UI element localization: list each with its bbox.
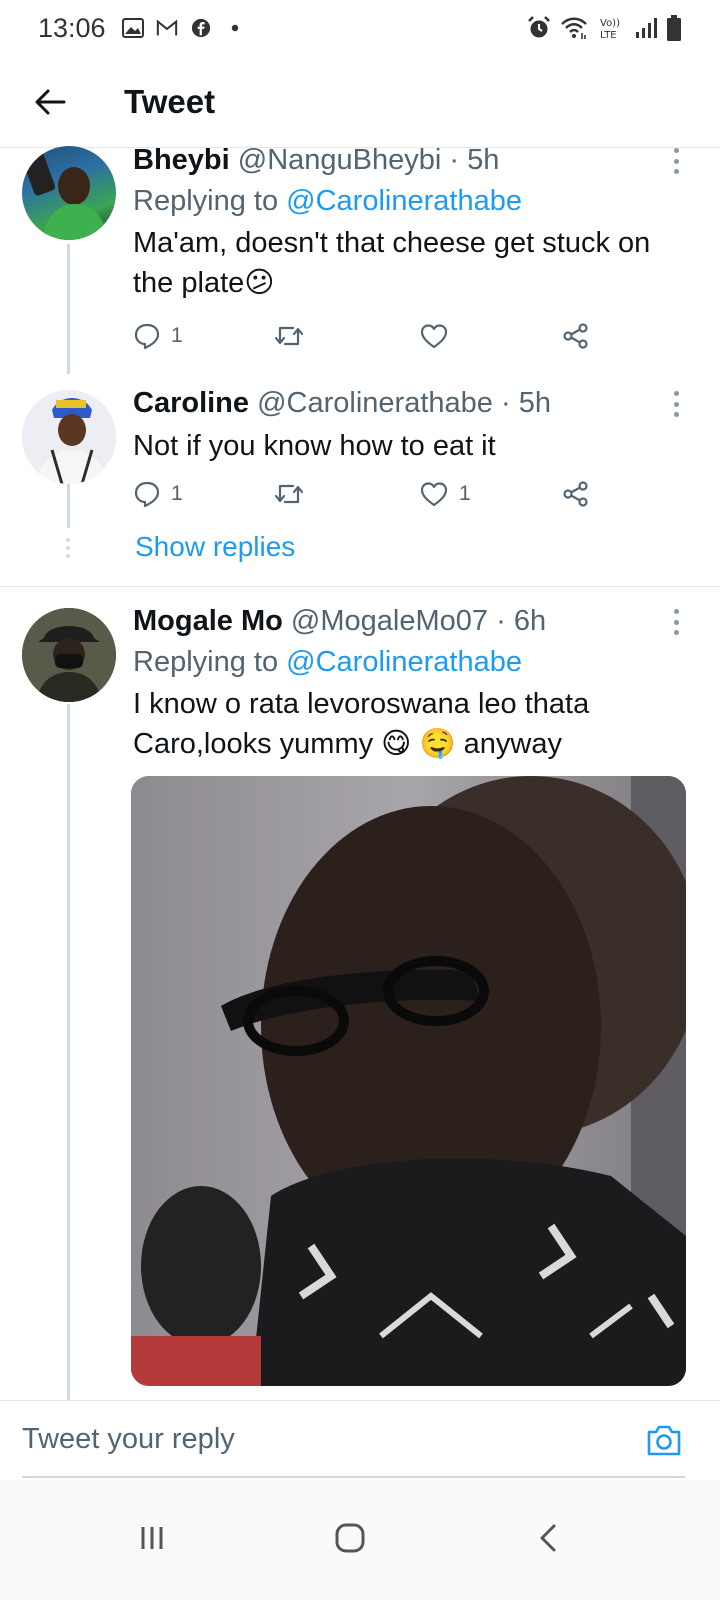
tweet-text: Ma'am, doesn't that cheese get stuck on … (133, 227, 651, 299)
thread-continuation-dots (64, 538, 72, 558)
show-replies-link[interactable]: Show replies (135, 531, 295, 563)
tweet-media-image[interactable] (131, 776, 686, 1386)
back-arrow-icon (35, 89, 66, 114)
mention-link[interactable]: @Carolinerathabe (286, 185, 522, 217)
gallery-icon (121, 18, 144, 38)
volte-icon: Vo))LTE (600, 18, 620, 41)
avatar-image (22, 390, 116, 484)
tweet-actions: 1 1 (133, 476, 593, 512)
replying-label: Replying to (133, 646, 279, 678)
display-name[interactable]: Bheybi (133, 144, 230, 176)
reply-icon (134, 481, 160, 508)
status-time: 13:06 (38, 12, 106, 43)
handle[interactable]: @Carolinerathabe (257, 387, 493, 419)
separator-dot: · (449, 144, 460, 176)
media-photo (131, 776, 686, 1386)
camera-button[interactable] (646, 1423, 682, 1457)
retweet-button[interactable] (273, 323, 315, 349)
separator-dot: · (496, 605, 506, 637)
share-icon (563, 481, 588, 507)
tweet-content: Bheybi @NanguBheybi · 5h Replying to @Ca… (133, 143, 690, 303)
recent-apps-icon (141, 1527, 163, 1549)
thread-line (67, 704, 70, 1400)
tweet-content: Mogale Mo @MogaleMo07 · 6h Replying to @… (133, 604, 690, 764)
replying-label: Replying to (133, 185, 279, 217)
mention-link[interactable]: @Carolinerathabe (286, 646, 522, 678)
replying-to: Replying to @Carolinerathabe (133, 642, 690, 682)
chevron-left-icon (540, 1524, 556, 1552)
avatar[interactable] (22, 146, 116, 240)
reply-input[interactable] (22, 1414, 602, 1465)
reply-button[interactable]: 1 (133, 322, 183, 350)
timestamp: 6h (513, 605, 547, 637)
share-button[interactable] (561, 480, 591, 508)
heart-icon (420, 324, 448, 349)
status-left: 13:06 (38, 13, 246, 44)
retweet-icon (274, 484, 304, 504)
avatar[interactable] (22, 608, 116, 702)
status-bar: 13:06 Vo)) LTE (0, 0, 720, 56)
composer-underline (22, 1476, 685, 1478)
page-title: Tweet (124, 82, 216, 120)
tweet-header: Caroline @Carolinerathabe · 5h (133, 386, 690, 420)
camera-icon (647, 1425, 681, 1455)
signal-icon (636, 18, 657, 38)
heart-icon (420, 482, 448, 507)
display-name[interactable]: Caroline (133, 387, 249, 419)
timestamp: 5h (467, 144, 500, 176)
back-button[interactable] (20, 72, 80, 132)
system-back-button[interactable] (518, 1508, 578, 1568)
avatar[interactable] (22, 390, 116, 484)
wifi-icon (561, 17, 587, 39)
avatar-image (22, 152, 108, 240)
svg-text:Vo)): Vo)) (600, 18, 620, 29)
recent-apps-button[interactable] (122, 1508, 182, 1568)
facebook-icon (191, 18, 210, 38)
tweet-header: Bheybi @NanguBheybi · 5h (133, 143, 690, 177)
divider (0, 586, 720, 587)
like-count: 1 (459, 482, 471, 505)
reply-count: 1 (171, 324, 183, 347)
share-icon (563, 323, 588, 349)
like-button[interactable] (419, 322, 459, 350)
tweet-actions: 1 (133, 318, 593, 354)
replying-to: Replying to @Carolinerathabe (133, 181, 690, 221)
handle[interactable]: @MogaleMo07 (291, 605, 488, 637)
retweet-icon (274, 326, 304, 346)
thread-line (67, 244, 70, 374)
like-button[interactable]: 1 (419, 480, 471, 508)
more-options-button[interactable] (672, 609, 680, 635)
handle[interactable]: @NanguBheybi (238, 144, 442, 176)
tweet-content: Caroline @Carolinerathabe · 5h Not if yo… (133, 386, 690, 466)
retweet-button[interactable] (273, 481, 315, 507)
svg-text:LTE: LTE (600, 30, 617, 41)
tweet-text: I know o rata levoroswana leo thata Caro… (133, 688, 590, 760)
avatar-image (22, 608, 116, 702)
tweet-text: Not if you know how to eat it (133, 430, 496, 462)
battery-icon (667, 15, 681, 41)
reply-composer (0, 1400, 720, 1478)
status-right: Vo)) LTE (526, 14, 682, 42)
thread-line (67, 484, 70, 528)
app-header: Tweet (0, 56, 720, 148)
separator-dot: · (500, 387, 511, 419)
reply-icon (134, 323, 160, 350)
reply-count: 1 (171, 482, 183, 505)
tweet-header: Mogale Mo @MogaleMo07 · 6h (133, 604, 690, 638)
dot-icon (231, 24, 238, 32)
timestamp: 5h (518, 387, 551, 419)
more-options-button[interactable] (672, 148, 680, 174)
reply-button[interactable]: 1 (133, 480, 183, 508)
gmail-icon (156, 19, 177, 36)
alarm-icon (528, 16, 550, 38)
home-button[interactable] (320, 1508, 380, 1568)
display-name[interactable]: Mogale Mo (133, 605, 283, 637)
system-nav-bar (0, 1480, 720, 1600)
home-icon (335, 1523, 365, 1553)
more-options-button[interactable] (672, 391, 680, 417)
share-button[interactable] (561, 322, 591, 350)
